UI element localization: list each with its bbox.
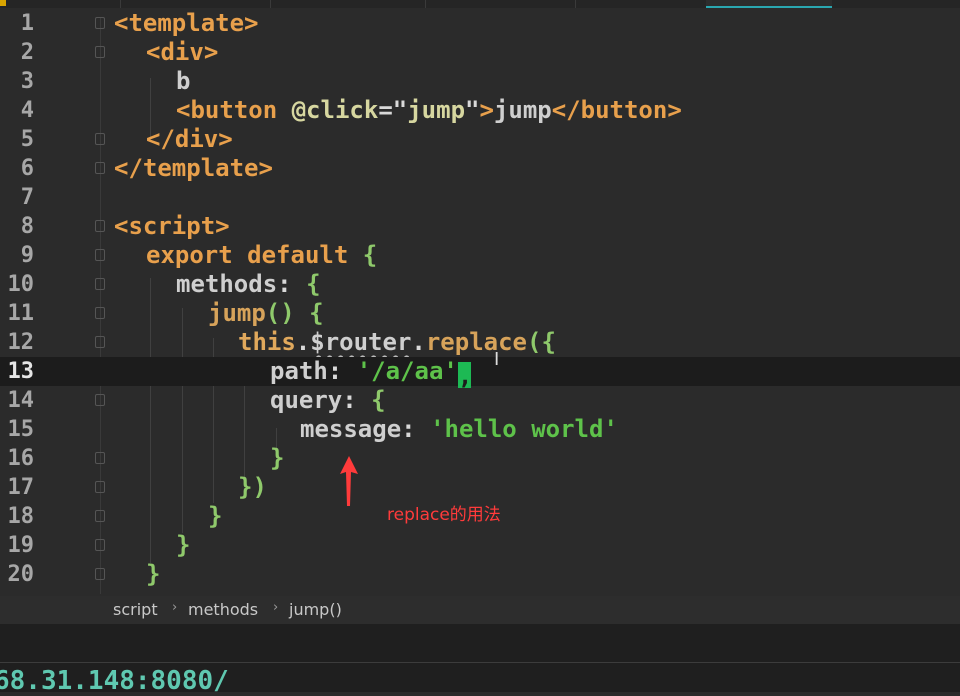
terminal-panel: 68.31.148:8080/ [0,624,960,696]
code-line[interactable]: 1 <template> [0,9,960,38]
line-number: 1 [20,11,34,36]
code-text: <template> [114,9,259,37]
code-text: <div> [146,38,219,66]
breadcrumb-item-script[interactable]: script [113,600,158,619]
code-text: } [208,502,223,530]
panel-divider [0,662,960,663]
line-number: 10 [7,272,35,297]
text-cursor: , [457,362,473,390]
line-number: 13 [7,359,35,384]
fold-toggle-icon[interactable] [95,394,105,406]
code-text: } [176,531,191,559]
fold-toggle-icon[interactable] [95,162,105,174]
tab-divider [270,0,271,8]
line-number: 14 [7,388,35,413]
code-line[interactable]: 5 </div> [0,125,960,154]
code-text: jump() { [208,299,324,327]
line-number: 11 [7,301,35,326]
code-line[interactable]: 16 } [0,444,960,473]
fold-toggle-icon[interactable] [95,452,105,464]
code-line[interactable]: 7 [0,183,960,212]
fold-toggle-icon[interactable] [95,17,105,29]
tab-divider [120,0,121,8]
code-line[interactable]: 9 export default { [0,241,960,270]
ibeam-cursor-icon: I [494,349,500,370]
code-text: <button @click="jump">jump</button> [176,96,682,124]
code-text: }) [238,473,267,501]
file-tab-marker [0,0,6,6]
code-line[interactable]: 17 }) [0,473,960,502]
line-number: 20 [7,562,35,587]
code-text: query: { [270,386,386,414]
annotation-arrow-icon [340,456,358,506]
fold-toggle-icon[interactable] [95,539,105,551]
line-number: 6 [20,156,34,181]
code-line[interactable]: 8 <script> [0,212,960,241]
breadcrumb: script › methods › jump() [0,596,960,624]
line-number: 8 [20,214,34,239]
code-line[interactable]: 2 <div> [0,38,960,67]
code-line[interactable]: 4 <button @click="jump">jump</button> [0,96,960,125]
line-number: 17 [7,475,35,500]
fold-toggle-icon[interactable] [95,336,105,348]
tab-strip[interactable] [0,0,960,8]
line-number: 7 [20,185,34,210]
tab-divider [575,0,576,8]
code-line[interactable]: 20 } [0,560,960,589]
active-editor-tab[interactable] [706,0,832,8]
code-line[interactable]: 14 query: { [0,386,960,415]
line-number: 16 [7,446,35,471]
fold-toggle-icon[interactable] [95,278,105,290]
code-text: </div> [146,125,233,153]
code-line[interactable]: 3 b [0,67,960,96]
breadcrumb-item-methods[interactable]: methods [188,600,258,619]
line-number: 5 [20,127,34,152]
code-line[interactable]: 10 methods: { [0,270,960,299]
fold-toggle-icon[interactable] [95,133,105,145]
code-line[interactable]: 19 } [0,531,960,560]
code-text: path: '/a/aa', [270,357,473,390]
tab-divider [425,0,426,8]
line-number: 2 [20,40,34,65]
fold-toggle-icon[interactable] [95,220,105,232]
line-number: 4 [20,98,34,123]
fold-toggle-icon[interactable] [95,568,105,580]
line-number: 3 [20,69,34,94]
fold-toggle-icon[interactable] [95,510,105,522]
code-text: methods: { [176,270,321,298]
fold-toggle-icon[interactable] [95,249,105,261]
line-number: 19 [7,533,35,558]
fold-toggle-icon[interactable] [95,46,105,58]
code-line[interactable]: 12 this.$router.replace({ [0,328,960,357]
line-number: 15 [7,417,35,442]
code-text: b [176,67,191,95]
code-text: this.$router.replace({ [238,328,556,356]
code-text: message: 'hello world' [300,415,618,443]
annotation-label: replace的用法 [387,505,501,525]
line-number: 9 [20,243,34,268]
code-text: } [146,560,161,588]
current-code-line[interactable]: 13 path: '/a/aa', [0,357,960,390]
code-text: <script> [114,212,230,240]
fold-toggle-icon[interactable] [95,481,105,493]
code-text: export default { [146,241,378,269]
line-number: 18 [7,504,35,529]
code-text: </template> [114,154,273,182]
fold-toggle-icon[interactable] [95,307,105,319]
code-text: } [270,444,285,472]
code-line[interactable]: 11 jump() { [0,299,960,328]
breadcrumb-separator-icon: › [273,600,279,615]
breadcrumb-item-jump[interactable]: jump() [289,600,342,619]
code-line[interactable]: 6 </template> [0,154,960,183]
line-number: 12 [7,330,35,355]
code-line[interactable]: 15 message: 'hello world' [0,415,960,444]
breadcrumb-separator-icon: › [172,600,178,615]
